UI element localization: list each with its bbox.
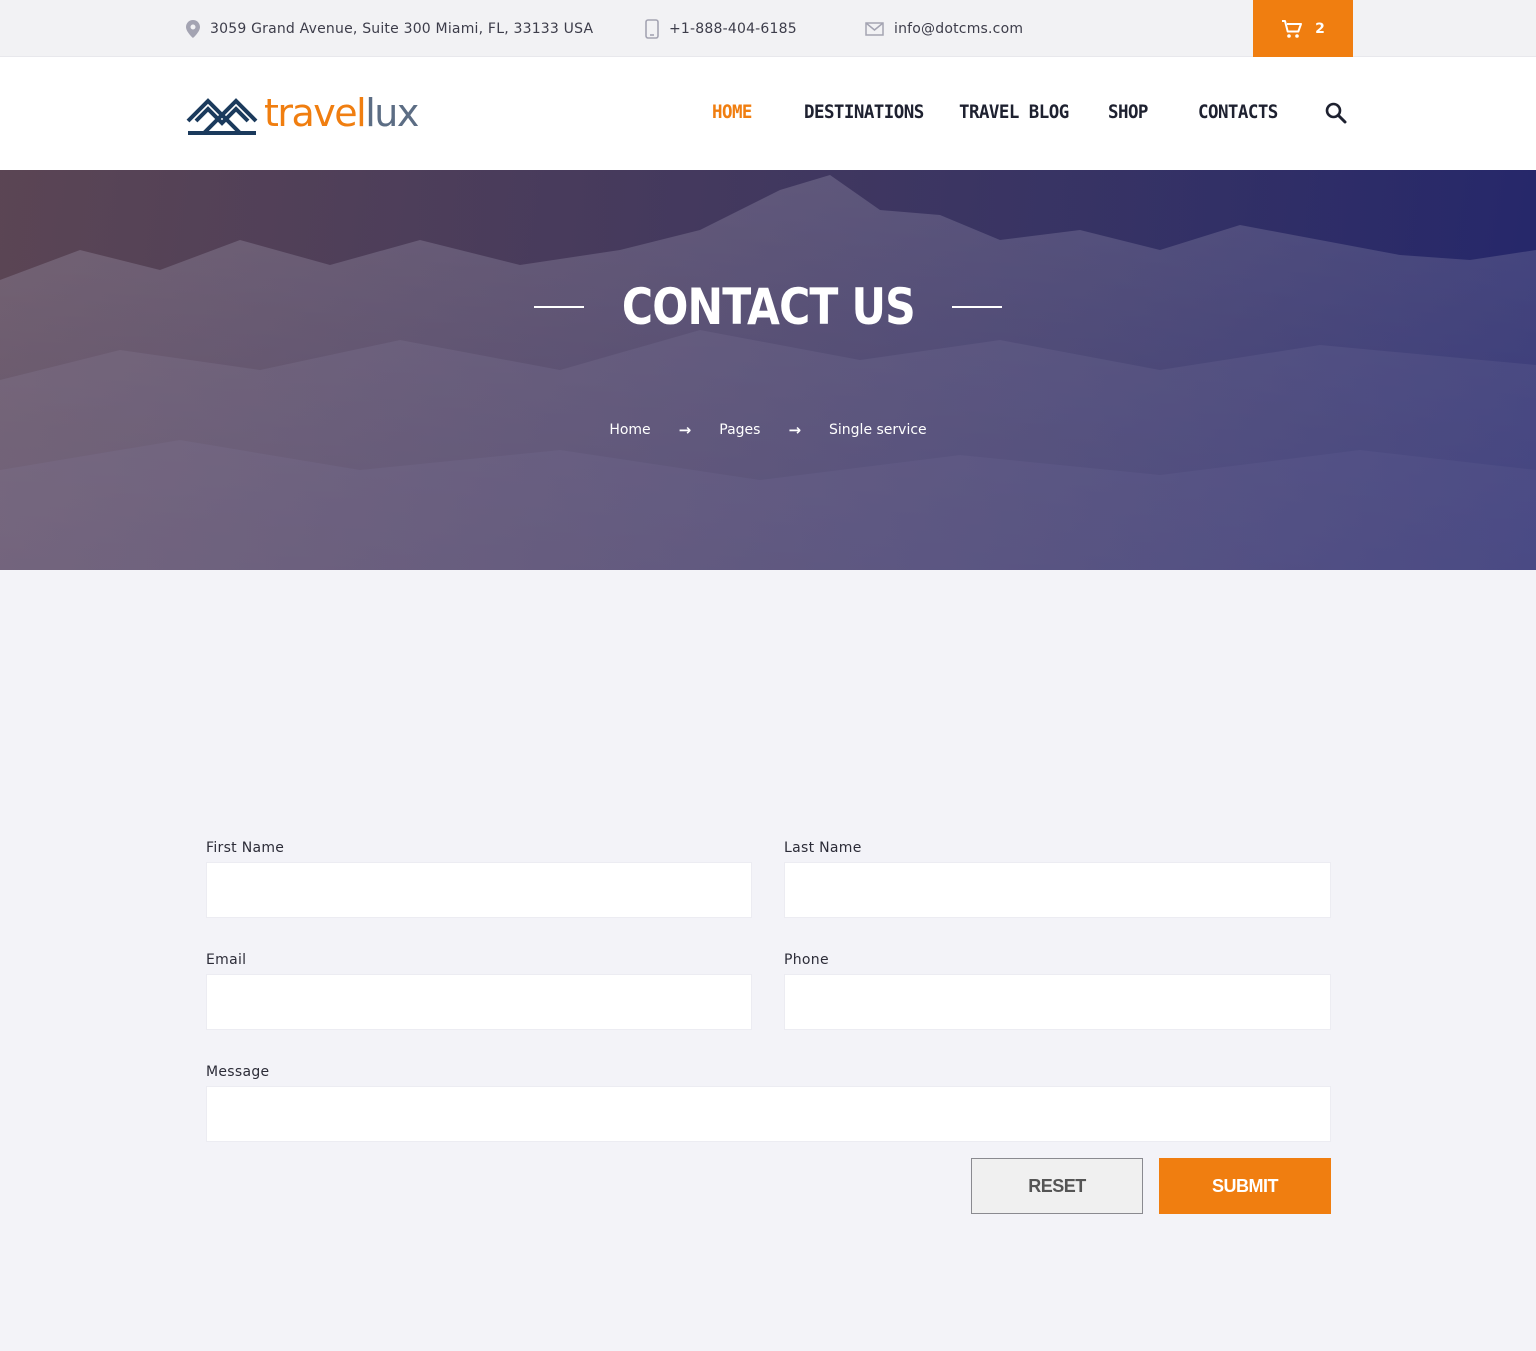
mail-icon bbox=[865, 21, 884, 36]
first-name-label: First Name bbox=[206, 840, 285, 856]
breadcrumb-current: Single service bbox=[829, 422, 927, 438]
phone-label: Phone bbox=[784, 952, 829, 968]
page-title: CONTACT US bbox=[621, 278, 915, 336]
first-name-field[interactable] bbox=[206, 862, 752, 918]
email-text: info@dotcms.com bbox=[894, 20, 1024, 37]
last-name-field[interactable] bbox=[784, 862, 1331, 918]
arrow-right-icon: → bbox=[678, 421, 692, 439]
last-name-label: Last Name bbox=[784, 840, 862, 856]
nav-contacts[interactable]: CONTACTS bbox=[1198, 101, 1278, 123]
title-line-right bbox=[952, 306, 1003, 308]
breadcrumb-pages[interactable]: Pages bbox=[719, 422, 760, 438]
search-icon bbox=[1325, 102, 1347, 124]
phone-text: +1-888-404-6185 bbox=[669, 20, 797, 37]
hero-banner: CONTACT US Home → Pages → Single service bbox=[0, 170, 1536, 570]
cart-icon bbox=[1282, 19, 1303, 38]
phone-field[interactable] bbox=[784, 974, 1331, 1030]
phone-icon bbox=[645, 18, 659, 39]
mountain-logo-icon bbox=[186, 98, 258, 135]
message-label: Message bbox=[206, 1064, 270, 1080]
logo-text-travel: travel bbox=[264, 91, 367, 135]
top-bar: 3059 Grand Avenue, Suite 300 Miami, FL, … bbox=[0, 0, 1536, 57]
address-info: 3059 Grand Avenue, Suite 300 Miami, FL, … bbox=[186, 0, 593, 57]
cart-count: 2 bbox=[1315, 20, 1325, 37]
breadcrumb-home[interactable]: Home bbox=[609, 422, 650, 438]
title-line-left bbox=[533, 306, 584, 308]
nav-home[interactable]: HOME bbox=[712, 101, 752, 123]
email-info[interactable]: info@dotcms.com bbox=[865, 0, 1023, 57]
arrow-right-icon: → bbox=[788, 421, 802, 439]
logo-text-lux: lux bbox=[365, 91, 419, 135]
address-text: 3059 Grand Avenue, Suite 300 Miami, FL, … bbox=[210, 20, 594, 37]
submit-button[interactable]: SUBMIT bbox=[1159, 1158, 1331, 1214]
search-button[interactable] bbox=[1325, 102, 1347, 129]
mountain-background-image bbox=[0, 170, 1536, 570]
message-field[interactable] bbox=[206, 1086, 1331, 1142]
logo[interactable]: travellux bbox=[186, 89, 419, 137]
cart-button[interactable]: 2 bbox=[1253, 0, 1353, 57]
main-header: travellux HOME DESTINATIONS TRAVEL BLOG … bbox=[0, 57, 1536, 170]
location-pin-icon bbox=[186, 19, 200, 38]
logo-text: travellux bbox=[264, 91, 419, 135]
nav-shop[interactable]: SHOP bbox=[1108, 101, 1148, 123]
email-label: Email bbox=[206, 952, 247, 968]
hero-title-wrap: CONTACT US bbox=[0, 278, 1536, 336]
email-field[interactable] bbox=[206, 974, 752, 1030]
reset-button[interactable]: RESET bbox=[971, 1158, 1143, 1214]
phone-info[interactable]: +1-888-404-6185 bbox=[645, 0, 797, 57]
nav-travel-blog[interactable]: TRAVEL BLOG bbox=[959, 101, 1069, 123]
breadcrumb: Home → Pages → Single service bbox=[0, 421, 1536, 439]
nav-destinations[interactable]: DESTINATIONS bbox=[804, 101, 924, 123]
